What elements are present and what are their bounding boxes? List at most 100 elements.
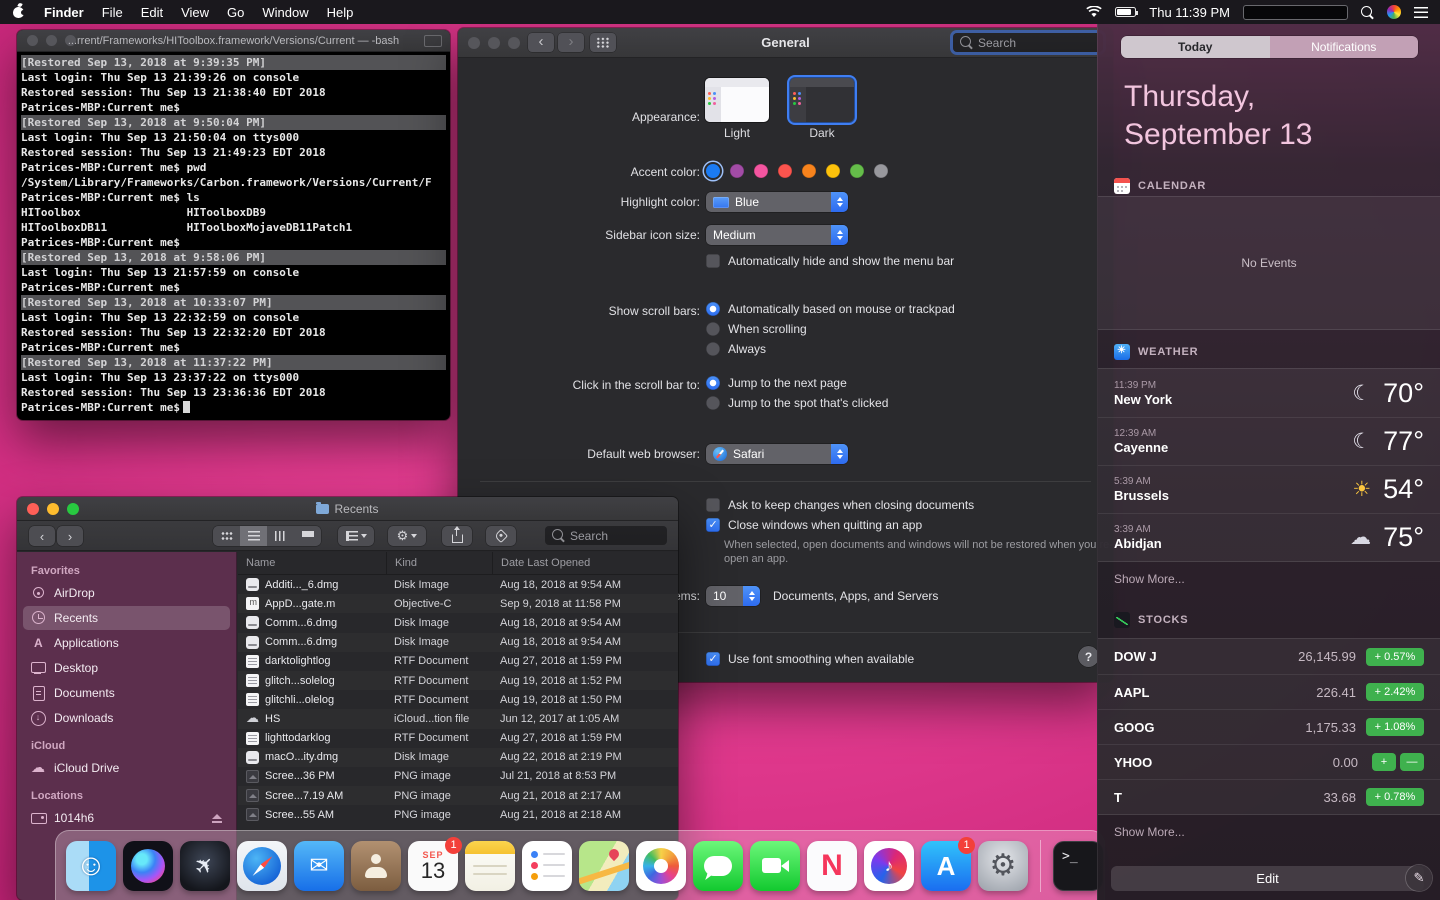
notification-center-icon[interactable] (1414, 6, 1428, 18)
appearance-option-light[interactable] (705, 78, 769, 122)
view-icon-list[interactable] (240, 526, 267, 546)
calendar-widget[interactable]: No Events (1098, 196, 1440, 330)
help-button[interactable]: ? (1078, 646, 1099, 667)
dock-safari[interactable] (237, 840, 287, 891)
sidebar-item-recents[interactable]: Recents (23, 606, 230, 630)
column-header-kind[interactable]: Kind (386, 552, 492, 574)
dock-photos[interactable] (636, 840, 686, 891)
dock-itunes[interactable]: ♪ (864, 840, 914, 891)
weather-row-new-york[interactable]: 11:39 PM New York ☾ 70° (1098, 369, 1440, 417)
sidebar-item-icloud-drive[interactable]: iCloud Drive (23, 756, 230, 780)
eject-icon[interactable] (212, 813, 222, 823)
accent-color-swatch[interactable] (850, 164, 864, 178)
dock-sysprefs[interactable]: ⚙ (978, 840, 1028, 891)
apple-menu-icon[interactable] (12, 5, 26, 19)
view-icon-gallery[interactable] (294, 526, 321, 546)
accent-color-swatch[interactable] (826, 164, 840, 178)
menu-item-window[interactable]: Window (262, 5, 308, 20)
sidebar-item-desktop[interactable]: Desktop (23, 656, 230, 680)
dock-maps[interactable] (579, 840, 629, 891)
weather-row-brussels[interactable]: 5:39 AM Brussels ☀ 54° (1098, 465, 1440, 513)
view-icon-columns[interactable] (267, 526, 294, 546)
folder-proxy-icon[interactable] (316, 501, 330, 514)
accent-color-swatch[interactable] (874, 164, 888, 178)
radio-control[interactable] (706, 322, 720, 336)
radio-control[interactable] (706, 396, 720, 410)
file-row[interactable]: Scree...55 AM PNG image Aug 21, 2018 at 2:… (238, 805, 678, 824)
radio-option-automatically-based-on-mouse-or-trackpad[interactable]: Automatically based on mouse or trackpad (706, 299, 955, 319)
appearance-option-dark[interactable] (790, 78, 854, 122)
dock-mail[interactable]: ✉ (294, 840, 344, 891)
tag-button[interactable] (486, 526, 516, 546)
edit-button[interactable]: Edit (1111, 866, 1424, 891)
tab-notifications[interactable]: Notifications (1269, 36, 1418, 58)
file-row[interactable]: Scree...7.19 AM PNG image Aug 21, 2018 at … (238, 786, 678, 805)
sidebar-item-1014h6[interactable]: 1014h6 (23, 806, 230, 830)
hide-menubar-checkbox[interactable] (706, 254, 720, 268)
default-browser-select[interactable]: Safari (706, 444, 848, 464)
menu-item-help[interactable]: Help (327, 5, 354, 20)
radio-control[interactable] (706, 342, 720, 356)
file-row[interactable]: lighttodarklog RTF Document Aug 27, 2018 a… (238, 729, 678, 748)
spotlight-search-icon[interactable] (1361, 5, 1374, 19)
highlight-color-select[interactable]: Blue (706, 192, 848, 212)
ask-keep-checkbox[interactable] (706, 498, 720, 512)
stock-row-aapl[interactable]: AAPL 226.41 + 2.42% (1098, 674, 1440, 709)
forward-button[interactable]: › (57, 526, 83, 546)
sidebar-item-applications[interactable]: Applications (23, 631, 230, 655)
menu-bar-clock[interactable]: Thu 11:39 PM (1149, 5, 1230, 20)
radio-option-jump-to-the-spot-that-s-clicked[interactable]: Jump to the spot that's clicked (706, 393, 888, 413)
stock-row-goog[interactable]: GOOG 1,175.33 + 1.08% (1098, 709, 1440, 744)
group-button[interactable] (338, 526, 374, 546)
column-header-date-last-opened[interactable]: Date Last Opened (492, 552, 678, 574)
stock-row-dow-j[interactable]: DOW J 26,145.99 + 0.57% (1098, 639, 1440, 674)
font-smoothing-checkbox[interactable] (706, 652, 720, 666)
menu-item-view[interactable]: View (181, 5, 209, 20)
terminal-tab-button[interactable] (424, 35, 442, 47)
user-avatar-icon[interactable] (1387, 5, 1401, 19)
view-icon-grid[interactable] (213, 526, 240, 546)
dock-siri[interactable] (123, 840, 173, 891)
accent-color-swatch[interactable] (802, 164, 816, 178)
sidebar-item-downloads[interactable]: Downloads (23, 706, 230, 730)
ask-keep-row[interactable]: Ask to keep changes when closing documen… (706, 498, 974, 512)
menu-item-go[interactable]: Go (227, 5, 244, 20)
sidebar-item-airdrop[interactable]: AirDrop (23, 581, 230, 605)
radio-option-always[interactable]: Always (706, 339, 955, 359)
radio-option-when-scrolling[interactable]: When scrolling (706, 319, 955, 339)
dock-launchpad[interactable]: ✈ (180, 840, 230, 891)
stock-row-yhoo[interactable]: YHOO 0.00 + — (1098, 744, 1440, 779)
sidebar-size-select[interactable]: Medium (706, 225, 848, 245)
column-header-name[interactable]: Name (238, 552, 386, 574)
file-row[interactable]: AppD...gate.m Objective-C Sep 9, 2018 at 1… (238, 594, 678, 613)
font-smoothing-row[interactable]: Use font smoothing when available (706, 652, 914, 666)
file-row[interactable]: Additi..._6.dmg Disk Image Aug 18, 2018 at… (238, 575, 678, 594)
back-button[interactable]: ‹ (29, 526, 55, 546)
recent-items-select[interactable]: 10 (706, 586, 760, 606)
dock-notes[interactable] (465, 840, 515, 891)
radio-control[interactable] (706, 302, 720, 316)
file-row[interactable]: Scree...36 PM PNG image Jul 21, 2018 at 8:… (238, 767, 678, 786)
weather-show-more[interactable]: Show More... (1114, 572, 1185, 586)
accent-color-swatch[interactable] (706, 164, 720, 178)
accent-color-swatch[interactable] (730, 164, 744, 178)
accent-color-swatch[interactable] (754, 164, 768, 178)
file-row[interactable]: glitch...solelog RTF Document Aug 19, 2018… (238, 671, 678, 690)
hide-menubar-row[interactable]: Automatically hide and show the menu bar (706, 254, 954, 268)
file-row[interactable]: HS iCloud...tion file Jun 12, 2017 at 1:05… (238, 709, 678, 728)
dock-facetime[interactable] (750, 840, 800, 891)
stock-row-t[interactable]: T 33.68 + 0.78% (1098, 779, 1440, 814)
terminal-output[interactable]: [Restored Sep 13, 2018 at 9:39:35 PM] Las… (17, 52, 450, 418)
share-button[interactable] (442, 526, 472, 546)
file-row[interactable]: Comm...6.dmg Disk Image Aug 18, 2018 at 9:… (238, 613, 678, 632)
file-row[interactable]: macO...ity.dmg Disk Image Aug 22, 2018 at … (238, 748, 678, 767)
sidebar-item-documents[interactable]: Documents (23, 681, 230, 705)
radio-option-jump-to-the-next-page[interactable]: Jump to the next page (706, 373, 888, 393)
menu-item-edit[interactable]: Edit (141, 5, 163, 20)
weather-row-abidjan[interactable]: 3:39 AM Abidjan ☁ 75° (1098, 513, 1440, 561)
stocks-show-more[interactable]: Show More... (1114, 825, 1185, 839)
action-menu-button[interactable]: ⚙ (388, 526, 426, 546)
dock-appstore[interactable]: A1 (921, 836, 975, 891)
menu-item-file[interactable]: File (102, 5, 123, 20)
menu-item-app-finder[interactable]: Finder (44, 5, 84, 20)
